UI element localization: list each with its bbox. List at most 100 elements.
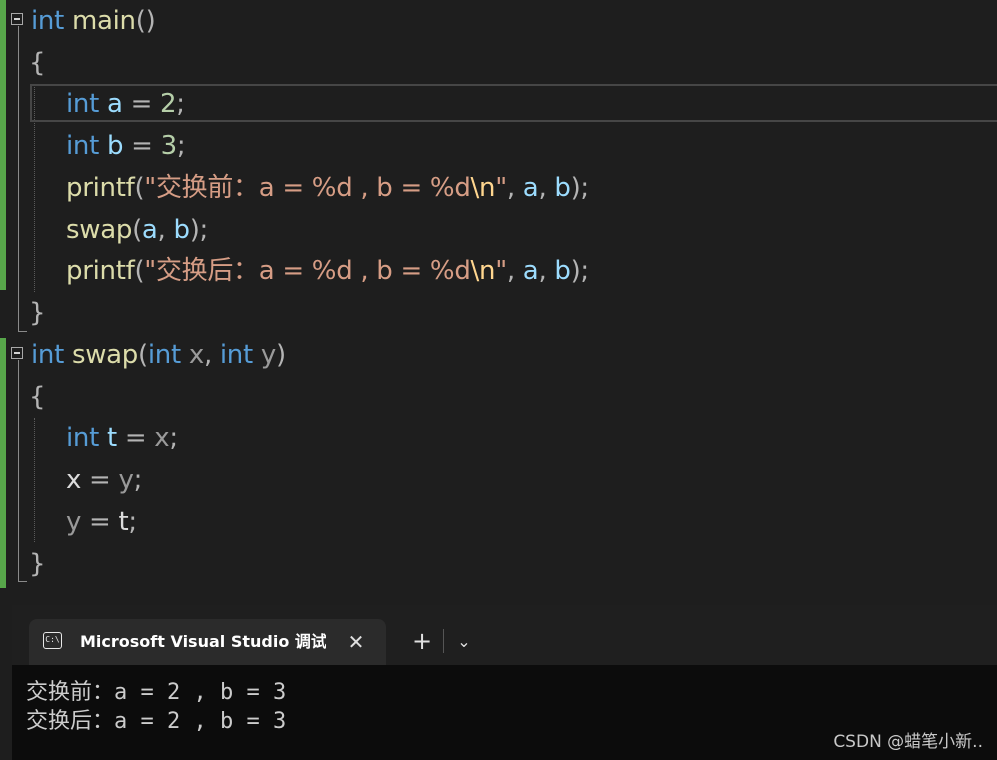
- punctuation: ,: [157, 215, 174, 245]
- punctuation: ,: [538, 173, 555, 203]
- string-literal: ": [495, 256, 507, 286]
- operator: =: [116, 423, 155, 453]
- punctuation: ,: [203, 340, 220, 370]
- variable: a: [141, 215, 158, 245]
- terminal-tab-bar: C:\ Microsoft Visual Studio 调试控制台 ✕ + ⌄: [12, 605, 997, 665]
- keyword: int: [31, 6, 64, 36]
- escape-sequence: \n: [470, 173, 496, 203]
- parameter: y: [260, 340, 276, 370]
- brace: {: [29, 382, 46, 412]
- punctuation: ;: [169, 423, 178, 453]
- string-literal: "交换前：a = %d , b = %d: [144, 173, 471, 203]
- punctuation: ,: [506, 173, 523, 203]
- variable: a: [522, 256, 539, 286]
- string-literal: "交换后：a = %d , b = %d: [144, 256, 471, 286]
- operator: =: [123, 131, 161, 161]
- keyword: int: [66, 131, 99, 161]
- terminal-tab[interactable]: C:\ Microsoft Visual Studio 调试控制台 ✕: [29, 619, 386, 665]
- operator: =: [81, 507, 119, 537]
- brace: }: [29, 298, 46, 328]
- keyword: int: [219, 340, 253, 370]
- brace: {: [29, 48, 46, 78]
- close-icon[interactable]: ✕: [345, 619, 367, 665]
- function-name: printf: [66, 173, 135, 203]
- punctuation: ;: [133, 465, 143, 495]
- brace: }: [29, 549, 46, 579]
- code-line-printf-before[interactable]: printf("交换前：a = %d , b = %d\n", a, b);: [66, 167, 589, 209]
- variable: t: [106, 423, 117, 453]
- number-literal: 2: [160, 89, 177, 119]
- tab-title: Microsoft Visual Studio 调试控制台: [80, 632, 326, 651]
- code-line-int-a[interactable]: int a = 2;: [66, 83, 185, 125]
- variable: a: [522, 173, 539, 203]
- function-name: swap: [71, 340, 139, 370]
- keyword: int: [66, 423, 99, 453]
- parameter: x: [154, 423, 170, 453]
- punctuation: ,: [506, 256, 523, 286]
- function-name: main: [71, 6, 136, 36]
- keyword: int: [31, 340, 64, 370]
- console-icon: C:\: [43, 632, 62, 649]
- collapse-swap-icon[interactable]: [11, 347, 23, 359]
- variable: b: [106, 131, 124, 161]
- parameter: y: [66, 507, 82, 537]
- punctuation: (): [135, 6, 156, 36]
- code-line-printf-after[interactable]: printf("交换后：a = %d , b = %d\n", a, b);: [66, 250, 589, 292]
- punctuation: );: [570, 173, 590, 203]
- punctuation: );: [570, 256, 590, 286]
- fold-guide-end: [18, 331, 27, 332]
- watermark: CSDN @蜡笔小新..: [833, 732, 983, 752]
- tab-divider: [443, 629, 444, 653]
- punctuation: ,: [538, 256, 555, 286]
- change-indicator-bar: [0, 0, 6, 290]
- variable: a: [106, 89, 123, 119]
- punctuation: ;: [176, 89, 185, 119]
- keyword: int: [147, 340, 181, 370]
- punctuation: );: [189, 215, 209, 245]
- string-literal: ": [495, 173, 507, 203]
- change-indicator-bar: [0, 338, 6, 588]
- variable: b: [554, 256, 571, 286]
- keyword: int: [66, 89, 99, 119]
- chevron-down-icon[interactable]: ⌄: [448, 619, 480, 665]
- punctuation: (: [134, 256, 145, 286]
- code-line-swap-call[interactable]: swap(a, b);: [66, 209, 208, 251]
- punctuation: (: [134, 173, 145, 203]
- punctuation: ;: [176, 131, 186, 161]
- fold-guide: [18, 26, 19, 332]
- function-name: printf: [66, 256, 135, 286]
- parameter: x: [188, 340, 204, 370]
- code-line-brace[interactable]: {: [29, 376, 46, 418]
- punctuation: ;: [128, 507, 137, 537]
- code-line-brace[interactable]: }: [29, 543, 46, 585]
- variable: b: [554, 173, 571, 203]
- operator: =: [122, 89, 161, 119]
- code-line-swap-signature[interactable]: int swap(int x, int y): [31, 334, 286, 376]
- code-line-x-assign[interactable]: x = y;: [66, 459, 142, 501]
- number-literal: 3: [160, 131, 178, 161]
- console-output-line: 交换前：a = 2 , b = 3: [26, 680, 287, 705]
- fold-guide-end: [18, 581, 27, 582]
- code-line-int-b[interactable]: int b = 3;: [66, 125, 186, 167]
- collapse-main-icon[interactable]: [11, 13, 23, 25]
- code-editor[interactable]: int main() { int a = 2; int b = 3; print…: [0, 0, 997, 605]
- variable: b: [173, 215, 190, 245]
- code-line-y-assign[interactable]: y = t;: [66, 501, 137, 543]
- parameter: y: [118, 465, 134, 495]
- punctuation: ): [275, 340, 286, 370]
- code-line-int-t[interactable]: int t = x;: [66, 417, 178, 459]
- indent-guide: [34, 418, 35, 542]
- operator: =: [81, 465, 119, 495]
- punctuation: (: [138, 340, 148, 370]
- parameter: x: [66, 465, 82, 495]
- code-line-brace[interactable]: }: [29, 292, 46, 334]
- code-line-main-signature[interactable]: int main(): [31, 0, 156, 42]
- console-output-line: 交换后：a = 2 , b = 3: [26, 709, 287, 734]
- code-line-brace[interactable]: {: [29, 42, 46, 84]
- punctuation: (: [132, 215, 142, 245]
- new-tab-button[interactable]: +: [404, 619, 440, 665]
- fold-guide: [18, 360, 19, 582]
- variable: t: [118, 507, 129, 537]
- escape-sequence: \n: [470, 256, 496, 286]
- function-name: swap: [66, 215, 133, 245]
